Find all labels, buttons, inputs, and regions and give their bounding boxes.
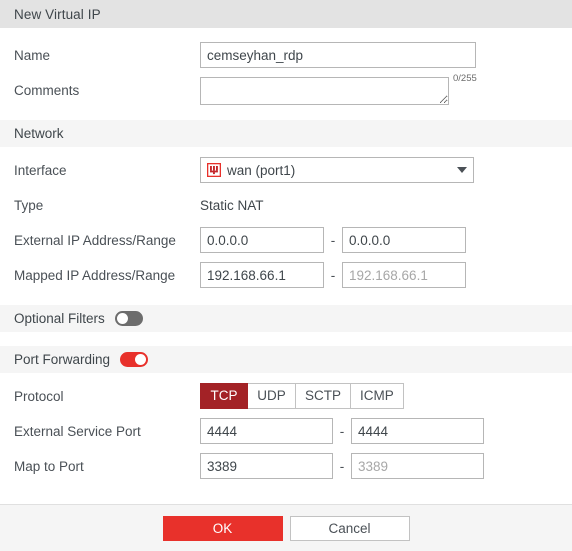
external-ip-label: External IP Address/Range — [14, 233, 176, 248]
external-service-port-start-input[interactable] — [200, 418, 333, 444]
virtual-ip-form: Name Comments 0/255 Network Interface — [0, 28, 572, 482]
external-service-port-end-input[interactable] — [351, 418, 484, 444]
protocol-button-tcp[interactable]: TCP — [200, 383, 248, 409]
comments-label: Comments — [14, 83, 80, 98]
field-row-external-ip: External IP Address/Range - — [0, 227, 572, 256]
external-ip-field-wrap: - — [200, 227, 466, 253]
map-to-port-end-input[interactable] — [351, 453, 484, 479]
section-header-network: Network — [0, 120, 572, 147]
name-field-wrap — [200, 42, 476, 68]
toggle-knob — [135, 354, 147, 365]
protocol-button-udp[interactable]: UDP — [248, 383, 296, 409]
ok-button[interactable]: OK — [162, 515, 283, 541]
network-section-label: Network — [14, 126, 64, 141]
protocol-button-sctp[interactable]: SCTP — [296, 383, 352, 409]
protocol-button-icmp[interactable]: ICMP — [351, 383, 404, 409]
type-value: Static NAT — [200, 198, 264, 213]
field-row-map-to-port: Map to Port - — [0, 453, 572, 482]
interface-select[interactable]: wan (port1) — [200, 157, 474, 183]
mapped-ip-start-input[interactable] — [200, 262, 324, 288]
interface-selected-value: wan (port1) — [227, 162, 296, 178]
protocol-field-wrap: TCP UDP SCTP ICMP — [200, 383, 404, 409]
map-to-port-start-input[interactable] — [200, 453, 333, 479]
port-forwarding-toggle[interactable] — [120, 352, 149, 367]
field-row-external-service-port: External Service Port - — [0, 418, 572, 447]
mapped-ip-end-input[interactable] — [342, 262, 466, 288]
external-ip-start-input[interactable] — [200, 227, 324, 253]
name-label: Name — [14, 48, 51, 63]
map-to-port-field-wrap: - — [200, 453, 484, 479]
external-service-port-range-separator: - — [339, 423, 345, 439]
dialog-titlebar: New Virtual IP — [0, 0, 572, 28]
dialog-footer: OK Cancel — [0, 504, 572, 551]
comments-field-wrap: 0/255 — [200, 73, 477, 105]
mapped-ip-label: Mapped IP Address/Range — [14, 268, 176, 283]
field-row-type: Type Static NAT — [0, 192, 572, 221]
map-to-port-label: Map to Port — [14, 459, 84, 474]
dialog-title: New Virtual IP — [14, 6, 101, 22]
protocol-button-group: TCP UDP SCTP ICMP — [200, 383, 404, 409]
section-header-optional-filters: Optional Filters — [0, 305, 572, 332]
port-forwarding-label: Port Forwarding — [14, 352, 111, 367]
type-label: Type — [14, 198, 44, 213]
section-header-port-forwarding: Port Forwarding — [0, 346, 572, 373]
chevron-down-icon — [457, 167, 467, 173]
name-input[interactable] — [200, 42, 476, 68]
field-row-comments: Comments 0/255 — [0, 73, 572, 106]
interface-label: Interface — [14, 163, 67, 178]
optional-filters-toggle[interactable] — [114, 311, 143, 326]
comments-character-counter: 0/255 — [453, 73, 477, 84]
external-service-port-field-wrap: - — [200, 418, 484, 444]
external-ip-range-separator: - — [330, 232, 336, 248]
field-row-protocol: Protocol TCP UDP SCTP ICMP — [0, 383, 572, 412]
field-row-name: Name — [0, 42, 572, 71]
physical-interface-icon — [207, 163, 221, 177]
comments-textarea[interactable] — [200, 77, 449, 105]
interface-field-wrap: wan (port1) — [200, 157, 474, 183]
field-row-interface: Interface wan (port1) — [0, 157, 572, 186]
mapped-ip-range-separator: - — [330, 267, 336, 283]
external-ip-end-input[interactable] — [342, 227, 466, 253]
protocol-label: Protocol — [14, 389, 64, 404]
field-row-mapped-ip: Mapped IP Address/Range - — [0, 262, 572, 291]
mapped-ip-field-wrap: - — [200, 262, 466, 288]
toggle-knob — [116, 313, 128, 324]
map-to-port-range-separator: - — [339, 458, 345, 474]
type-field-wrap: Static NAT — [200, 192, 264, 219]
external-service-port-label: External Service Port — [14, 424, 141, 439]
cancel-button[interactable]: Cancel — [289, 515, 410, 541]
optional-filters-label: Optional Filters — [14, 311, 105, 326]
